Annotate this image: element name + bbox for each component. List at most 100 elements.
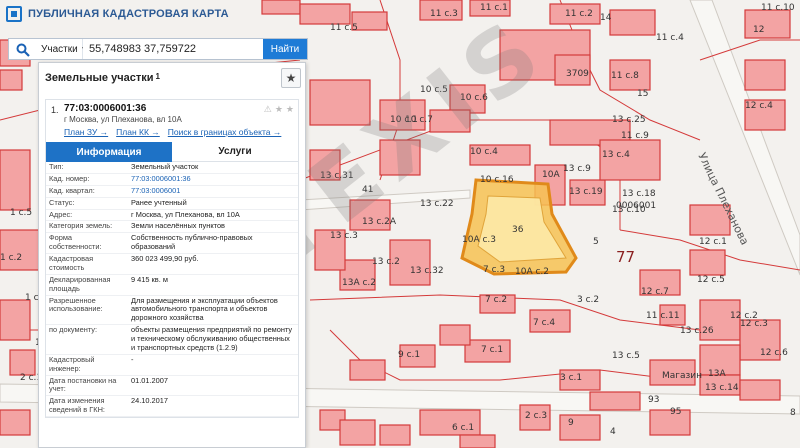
result-item[interactable]: 1. 77:03:0006001:36 ⚠ ★ ★ г Москва, ул П… <box>45 99 299 418</box>
property-value: 24.10.2017 <box>128 395 298 417</box>
map-label: 11 с.5 <box>330 23 358 33</box>
property-key: Кад. квартал: <box>46 185 128 198</box>
map-label: 10 с.6 <box>460 93 488 103</box>
property-value: 9 415 кв. м <box>128 274 298 296</box>
map-label: 13 с.26 <box>680 326 714 336</box>
map-label: 11 с.10 <box>761 3 795 13</box>
search-bar: Участки ▼ Найти <box>8 38 308 60</box>
plan-zu-link[interactable]: План ЗУ → <box>64 127 108 137</box>
map-label: 1 с.2 <box>0 253 22 263</box>
map-label: 12 с.6 <box>760 348 788 358</box>
star-outline-icon[interactable]: ★ <box>275 104 283 115</box>
map-label: 10 с.5 <box>420 85 448 95</box>
map-label: 9 с.1 <box>398 350 420 360</box>
property-value: Земельный участок <box>128 162 298 174</box>
property-row: Адрес: г Москва, ул Плеханова, вл 10А <box>46 209 298 222</box>
map-label: 12 с.3 <box>740 319 768 329</box>
map-label: 7 с.2 <box>485 295 507 305</box>
results-panel: Земельные участки 1 ★ 1. 77:03:0006001:36… <box>38 62 306 448</box>
result-icons: ⚠ ★ ★ <box>264 104 294 115</box>
map-label: 77 <box>616 248 635 266</box>
result-links: План ЗУ → План КК → Поиск в границах объ… <box>64 127 294 137</box>
property-key: Статус: <box>46 197 128 210</box>
app-header: ПУБЛИЧНАЯ КАДАСТРОВАЯ КАРТА <box>0 0 260 28</box>
property-table: Тип: Земельный участок Кад. номер: 77:03:00… <box>46 162 298 417</box>
map-label: 13 с.2А <box>362 217 397 227</box>
map-label: 9 <box>568 418 574 428</box>
property-row: Дата изменения сведений в ГКН: 24.10.2017 <box>46 395 298 417</box>
map-label: 2 с.3 <box>525 411 547 421</box>
search-icon[interactable] <box>9 39 37 61</box>
search-type-label: Участки <box>41 43 78 55</box>
map-label: 10А с.2 <box>515 267 549 277</box>
map-label: 5 <box>593 237 599 247</box>
logo-icon[interactable] <box>6 6 22 22</box>
map-label: Магазин <box>662 371 702 381</box>
map-label: 12 с.4 <box>745 101 773 111</box>
property-value: 01.01.2007 <box>128 375 298 397</box>
map-label: 13 с.32 <box>410 266 444 276</box>
property-key: Категория земель: <box>46 220 128 234</box>
map-label: 7 с.3 <box>483 265 505 275</box>
map-label: 13 с.2 <box>372 257 400 267</box>
property-row: Дата постановки на учет: 01.01.2007 <box>46 375 298 397</box>
map-label: 10 с.4 <box>470 147 498 157</box>
result-address: г Москва, ул Плеханова, вл 10А <box>64 115 182 124</box>
map-label: 11 с.11 <box>646 311 680 321</box>
map-label: 13 с.3 <box>330 231 358 241</box>
map-label: 11 с.2 <box>565 9 593 19</box>
map-label: 10А с.3 <box>462 235 496 245</box>
map-label: 12 с.7 <box>641 287 669 297</box>
map-label: 13 с.5 <box>612 351 640 361</box>
property-key: Тип: <box>46 162 128 174</box>
map-label: 13А с.2 <box>342 278 376 288</box>
map-label: 36 <box>512 225 524 235</box>
map-label: 12 с.1 <box>699 237 727 247</box>
result-tabs: Информация Услуги <box>46 142 298 162</box>
map-label: 0006001 <box>616 201 656 211</box>
map-label: 13 с.18 <box>622 189 656 199</box>
map-label: 11 с.4 <box>656 33 684 43</box>
map-label: 10 с.16 <box>480 175 514 185</box>
plan-kk-link[interactable]: План КК → <box>116 127 160 137</box>
star-outline-icon[interactable]: ★ <box>286 104 294 115</box>
map-label: 14 <box>600 13 612 23</box>
property-key: Разрешенное использование: <box>46 295 128 326</box>
map-label: 12 с.5 <box>697 275 725 285</box>
search-type-select[interactable]: Участки ▼ <box>37 39 88 59</box>
property-value: Земли населённых пунктов <box>128 220 298 234</box>
property-value[interactable]: 77:03:0006001 <box>128 185 298 198</box>
tab-information[interactable]: Информация <box>46 142 172 162</box>
property-key: Форма собственности: <box>46 232 128 254</box>
property-row: Категория земель: Земли населённых пункто… <box>46 220 298 234</box>
result-index: 1. <box>51 105 59 115</box>
map-label: 11 с.8 <box>611 71 639 81</box>
map-label: 3 с.2 <box>577 295 599 305</box>
map-label: 1 с.5 <box>10 208 32 218</box>
map-label: 13 с.19 <box>569 187 603 197</box>
map-label: 3709 <box>566 69 589 79</box>
search-input[interactable] <box>83 39 263 59</box>
property-row: Кад. номер: 77:03:0006001:36 <box>46 173 298 186</box>
panel-title: Земельные участки 1 <box>45 72 160 84</box>
map-label: 95 <box>670 407 681 417</box>
map-label: 13 с.14 <box>705 383 739 393</box>
property-row: Декларированная площадь 9 415 кв. м <box>46 274 298 296</box>
map-label: 13 с.25 <box>612 115 646 125</box>
property-value: Собственность публично-правовых образова… <box>128 232 298 254</box>
map-label: 13 с.22 <box>420 199 454 209</box>
result-cadastral-number[interactable]: 77:03:0006001:36 <box>64 103 294 114</box>
property-row: Кад. квартал: 77:03:0006001 <box>46 185 298 198</box>
tab-services[interactable]: Услуги <box>172 142 298 162</box>
property-row: Разрешенное использование: Для размещения… <box>46 295 298 326</box>
warning-icon[interactable]: ⚠ <box>264 104 272 115</box>
search-in-bounds-link[interactable]: Поиск в границах объекта → <box>168 127 282 137</box>
map-label: 8 <box>790 408 796 418</box>
property-value[interactable]: 77:03:0006001:36 <box>128 173 298 186</box>
map-label: 10 с.1 <box>390 115 418 125</box>
favorite-button[interactable]: ★ <box>281 68 301 88</box>
search-button[interactable]: Найти <box>263 39 307 59</box>
result-header: 1. 77:03:0006001:36 ⚠ ★ ★ г Москва, ул П… <box>46 100 298 140</box>
map-label: 93 <box>648 395 659 405</box>
map-label: 11 с.9 <box>621 131 649 141</box>
